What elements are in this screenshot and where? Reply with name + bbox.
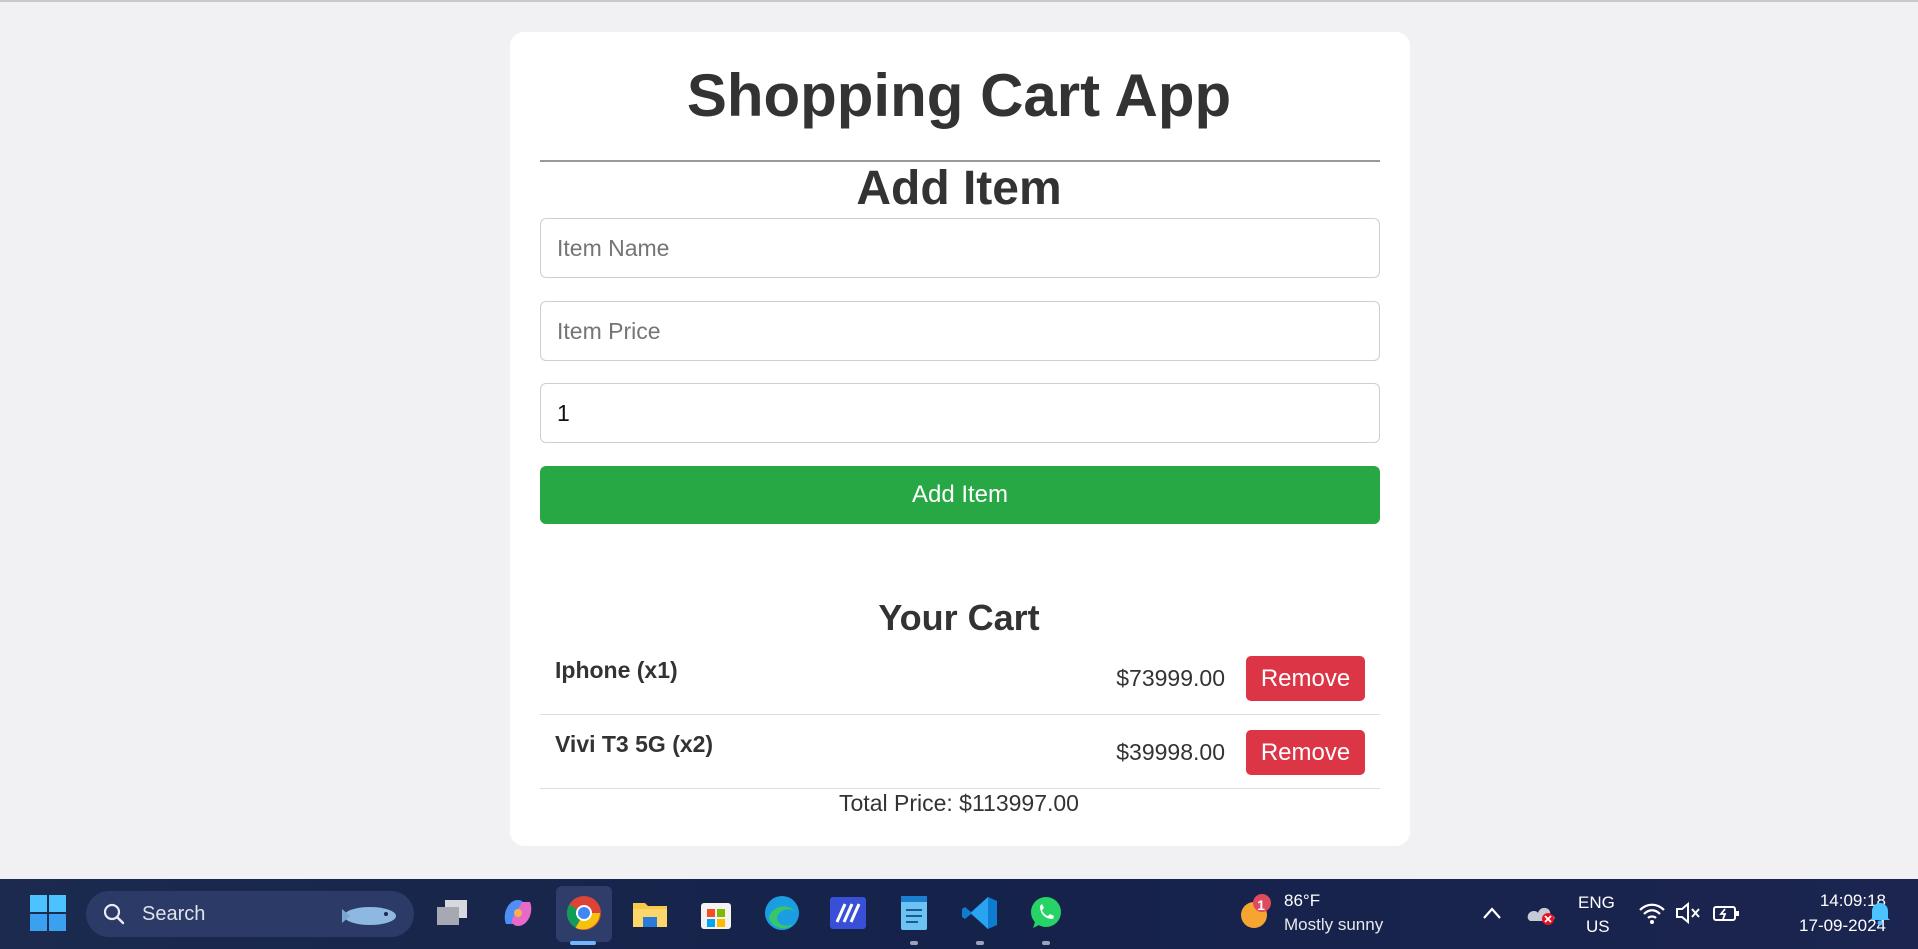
cart-heading: Your Cart (878, 597, 1040, 638)
whatsapp-icon[interactable] (1026, 893, 1066, 933)
volume-muted-icon[interactable] (1668, 893, 1708, 933)
active-indicator (570, 941, 596, 945)
add-item-button[interactable]: Add Item (540, 466, 1380, 524)
weather-icon[interactable]: 1 (1234, 893, 1274, 933)
weather-temp: 86°F (1284, 891, 1321, 910)
edge-icon[interactable] (762, 893, 802, 933)
chevron-up-icon[interactable] (1472, 893, 1512, 933)
cart-total: Total Price: $113997.00 (839, 790, 1079, 816)
search-icon (103, 903, 125, 925)
cart-item-row: Iphone (x1) $73999.00 Remove (540, 641, 1380, 715)
cart-item-label: Vivi T3 5G (x2) (555, 731, 714, 757)
vscode-icon[interactable] (960, 893, 1000, 933)
search-label: Search (142, 903, 206, 925)
taskbar: Search 1 86°F Mostly sunny ENG US 14:09:… (0, 879, 1918, 949)
weather-desc: Mostly sunny (1284, 915, 1384, 934)
item-price-input[interactable] (540, 301, 1380, 361)
cart-item-price: $39998.00 (1116, 739, 1225, 765)
task-view-icon[interactable] (432, 893, 472, 933)
cart-item-row: Vivi T3 5G (x2) $39998.00 Remove (540, 715, 1380, 789)
language-region: US (1586, 917, 1610, 936)
taskbar-search[interactable]: Search (86, 891, 414, 937)
cart-item-price: $73999.00 (1116, 665, 1225, 691)
add-item-heading: Add Item (856, 162, 1062, 215)
battery-icon[interactable] (1706, 893, 1746, 933)
app-icon[interactable] (828, 893, 868, 933)
running-indicator (910, 941, 918, 945)
cart-item-label: Iphone (x1) (555, 657, 678, 683)
notification-bell-icon[interactable] (1860, 893, 1900, 933)
page-title: Shopping Cart App (686, 62, 1232, 129)
top-border (0, 0, 1918, 2)
language-indicator[interactable]: ENG (1578, 893, 1615, 913)
running-indicator (1042, 941, 1050, 945)
whale-decoration-icon (342, 907, 396, 925)
store-icon[interactable] (696, 893, 736, 933)
notepad-icon[interactable] (894, 893, 934, 933)
remove-item-button[interactable]: Remove (1246, 656, 1365, 701)
file-explorer-icon[interactable] (630, 893, 670, 933)
item-quantity-input[interactable] (540, 383, 1380, 443)
wifi-icon[interactable] (1632, 893, 1672, 933)
weather-badge: 1 (1257, 897, 1265, 913)
windows-start-icon[interactable] (28, 893, 68, 933)
chrome-icon[interactable] (564, 893, 604, 933)
copilot-icon[interactable] (498, 893, 538, 933)
running-indicator (976, 941, 984, 945)
remove-item-button[interactable]: Remove (1246, 730, 1365, 775)
onedrive-icon[interactable] (1520, 893, 1560, 933)
item-name-input[interactable] (540, 218, 1380, 278)
